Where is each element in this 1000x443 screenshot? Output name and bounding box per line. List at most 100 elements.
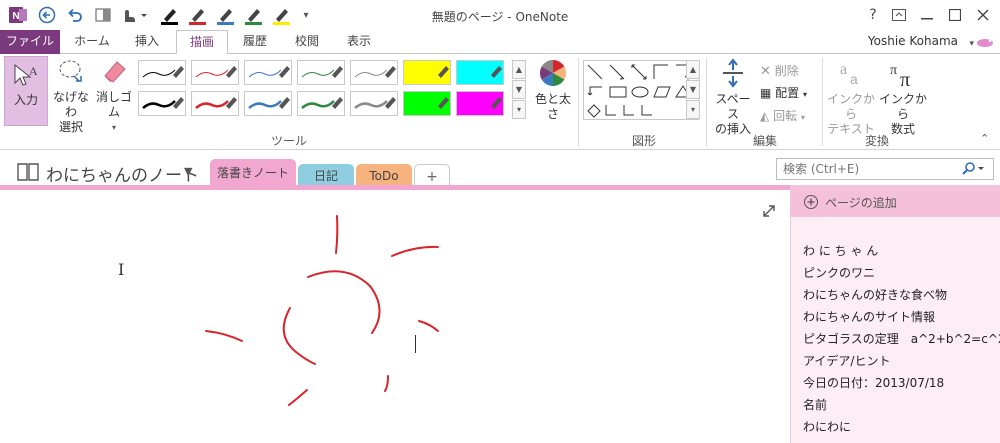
tab-insert[interactable]: 挿入 (120, 30, 174, 54)
page-item[interactable]: ピンクのワニ (803, 264, 875, 281)
arrange-button[interactable]: ▦ 配置 ▾ (760, 84, 807, 101)
ink-to-text-icon: aa (840, 61, 858, 87)
shapes-scroll-up-icon[interactable]: ▲ (686, 60, 700, 79)
svg-text:π: π (900, 69, 910, 88)
pi-icon: ππ (890, 63, 910, 91)
pen-thick-gray[interactable] (350, 91, 398, 116)
shapes-more-icon[interactable]: ▾ (686, 100, 700, 119)
eraser-button[interactable]: 消しゴム ▾ (92, 56, 136, 132)
color-thickness-button[interactable]: 色と太さ (530, 58, 576, 124)
svg-text:a: a (840, 61, 847, 78)
highlighter-magenta[interactable] (456, 91, 504, 116)
delete-icon: ✕ (760, 64, 771, 79)
insert-space-label: スペース の挿入 (714, 92, 751, 136)
page-item[interactable]: 今日の日付：2013/07/18 (803, 374, 944, 391)
onenote-window: N ▾ 無題のページ - OneNote ? ファイル ホーム 挿入 描画 履歴… (0, 0, 1000, 443)
arrange-icon: ▦ (760, 86, 772, 100)
pen-thick-red[interactable] (191, 91, 239, 116)
shapes-group-label: 図形 (631, 134, 656, 148)
lasso-select-button[interactable]: なげなわ 選択 (50, 56, 92, 134)
delete-button[interactable]: ✕ 削除 (760, 62, 799, 79)
close-icon[interactable] (970, 3, 996, 27)
tab-home[interactable]: ホーム (64, 30, 120, 54)
add-circle-icon (804, 195, 818, 209)
ink-to-math-label: インクから 数式 (878, 92, 927, 136)
rotate-icon: ◭ (760, 109, 770, 123)
pen-thin-green[interactable] (297, 60, 345, 85)
type-tool-label: 入力 (13, 93, 38, 107)
arrange-label: 配置 (775, 86, 800, 100)
svg-text:π: π (890, 63, 897, 78)
cursor-text-icon: A (14, 63, 38, 86)
pen-thick-green[interactable] (297, 91, 345, 116)
ink-drawing (205, 215, 439, 406)
page-item[interactable]: わにわに (803, 418, 851, 435)
ribbon-draw: A 入力 なげなわ 選択 消しゴム ▾ ▲ ▼ ▾ 色と太さ ツール ▲ ▼ ▾… (0, 54, 1000, 150)
pen-thin-black[interactable] (138, 60, 186, 85)
lasso-icon (59, 60, 82, 82)
highlighter-cyan[interactable] (456, 60, 504, 85)
insert-space-button[interactable]: スペース の挿入 (710, 58, 756, 136)
minimize-icon[interactable] (914, 3, 940, 27)
page-item[interactable]: 名前 (803, 396, 827, 413)
tab-review[interactable]: 校閲 (282, 30, 332, 54)
search-icon[interactable] (962, 162, 986, 179)
collapse-ribbon-icon[interactable]: ⌃ (980, 132, 989, 145)
highlighter-yellow[interactable] (403, 60, 451, 85)
ribbon-separator (578, 58, 579, 146)
add-page-button[interactable]: ページの追加 (791, 185, 1000, 217)
rotate-button[interactable]: ◭ 回転 ▾ (760, 107, 805, 124)
ink-to-text-label: インクから テキスト (826, 92, 875, 136)
delete-label: 削除 (774, 64, 799, 78)
tab-history[interactable]: 履歴 (230, 30, 280, 54)
user-name[interactable]: Yoshie Kohama (868, 34, 958, 48)
eraser-icon (104, 61, 126, 83)
type-tool-button[interactable]: A 入力 (4, 56, 48, 126)
ribbon-separator (822, 58, 823, 146)
maximize-icon[interactable] (942, 3, 968, 27)
gallery-scroll-up-icon[interactable]: ▲ (512, 60, 526, 79)
user-avatar-icon[interactable] (976, 36, 994, 51)
pen-gallery (138, 60, 510, 120)
tools-group-label: ツール (270, 134, 307, 148)
ink-to-math-button[interactable]: ππ インクから 数式 (878, 58, 928, 136)
tab-view[interactable]: 表示 (334, 30, 384, 54)
add-page-label: ページの追加 (825, 196, 897, 210)
edit-group-label: 編集 (752, 134, 777, 148)
title-bar: N ▾ 無題のページ - OneNote ? (0, 0, 1000, 30)
window-title: 無題のページ - OneNote (431, 10, 569, 24)
ink-to-text-button[interactable]: aa インクから テキスト (826, 58, 876, 136)
help-button[interactable]: ? (860, 3, 886, 27)
highlighter-green[interactable] (403, 91, 451, 116)
gallery-scroll-down-icon[interactable]: ▼ (512, 80, 526, 99)
page-item[interactable]: アイデア/ヒント (803, 352, 890, 369)
eraser-label: 消しゴム (95, 90, 132, 119)
page-list-sidebar: ページの追加 わ に ち ゃ ん ピンクのワニ わにちゃんの好きな食べ物 わにち… (790, 185, 1000, 443)
tab-draw[interactable]: 描画 (176, 30, 228, 55)
pen-thick-black[interactable] (138, 91, 186, 116)
page-item[interactable]: ピタゴラスの定理 a^2+b^2=c^2 (803, 330, 1000, 347)
svg-text:A: A (29, 64, 38, 78)
page-item[interactable]: わ に ち ゃ ん (803, 242, 878, 259)
pen-thin-red[interactable] (191, 60, 239, 85)
insert-space-icon (723, 58, 743, 88)
shapes-icon (587, 64, 692, 118)
notebook-name[interactable]: わにちゃんのノート (46, 161, 199, 186)
page-item[interactable]: わにちゃんのサイト情報 (803, 308, 935, 325)
pen-thin-blue[interactable] (244, 60, 292, 85)
shapes-gallery[interactable] (583, 60, 699, 120)
note-page-canvas[interactable]: I (0, 190, 790, 443)
tab-file[interactable]: ファイル (0, 30, 60, 54)
ribbon-display-options-icon[interactable] (886, 3, 912, 27)
pen-thick-blue[interactable] (244, 91, 292, 116)
ribbon-tab-bar: ファイル ホーム 挿入 描画 履歴 校閲 表示 Yoshie Kohama ▾ (0, 30, 1000, 55)
shapes-scroll-down-icon[interactable]: ▼ (686, 80, 700, 99)
notebook-dropdown-icon[interactable]: ▼ (184, 165, 192, 178)
lasso-select-label: なげなわ 選択 (52, 90, 89, 134)
user-menu-chevron-icon[interactable]: ▾ (969, 39, 974, 49)
color-wheel-icon (539, 59, 567, 87)
page-item[interactable]: わにちゃんの好きな食べ物 (803, 286, 947, 303)
gallery-more-icon[interactable]: ▾ (512, 100, 526, 119)
pen-thin-gray[interactable] (350, 60, 398, 85)
svg-text:a: a (850, 71, 858, 87)
